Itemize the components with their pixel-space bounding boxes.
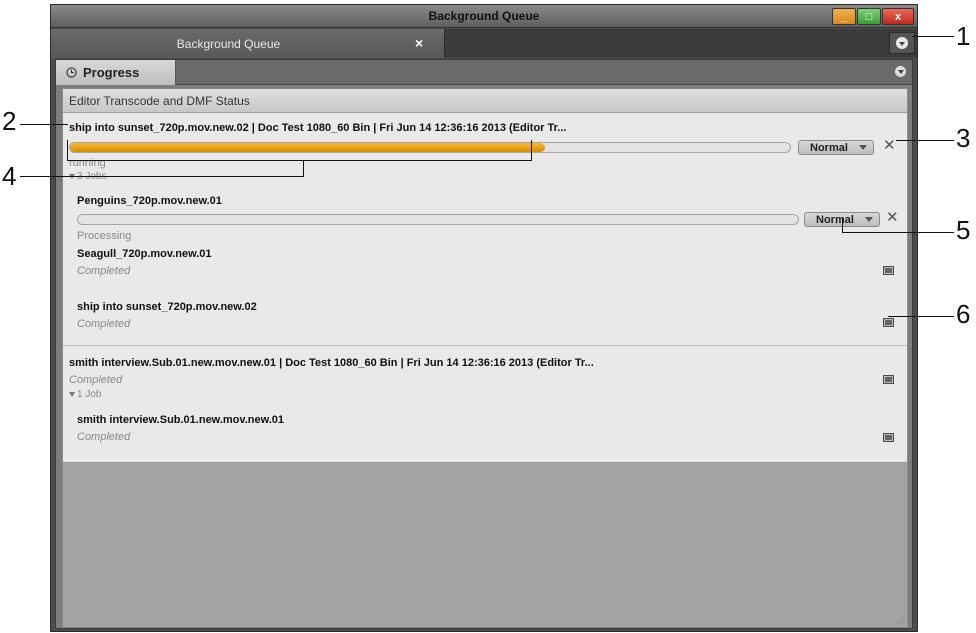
title-bar[interactable]: Background Queue _ □ x [51, 5, 917, 28]
cancel-job-icon[interactable]: ✕ [886, 210, 899, 225]
monitor-icon[interactable] [883, 266, 894, 275]
clock-icon [66, 67, 77, 78]
tab-progress[interactable]: Progress [56, 60, 176, 85]
cancel-job-icon[interactable]: ✕ [883, 138, 896, 153]
minimize-button[interactable]: _ [832, 8, 856, 25]
priority-dropdown[interactable]: Normal [798, 140, 874, 155]
background-queue-window: Background Queue _ □ x Background Queue … [50, 4, 918, 632]
status-content: Editor Transcode and DMF Status ship int… [62, 88, 908, 628]
resize-grip-icon[interactable] [894, 614, 904, 624]
tab-close-icon[interactable]: × [415, 35, 423, 51]
callout-line [67, 140, 68, 161]
panel-menu-button[interactable] [895, 66, 906, 77]
callout-number: 3 [956, 123, 971, 153]
chevron-down-icon [859, 145, 867, 150]
job-title: Seagull_720p.mov.new.01 [77, 248, 212, 260]
callout-line [531, 140, 532, 161]
callout-line [20, 176, 304, 177]
tab-background-queue[interactable]: Background Queue × [51, 29, 445, 58]
chevron-down-icon [865, 217, 873, 222]
jobs-count-label: 1 Job [77, 389, 102, 400]
empty-queue-area [63, 463, 907, 627]
group-status: Completed [69, 374, 123, 386]
callout-number: 2 [2, 106, 17, 136]
job-list: ship into sunset_720p.mov.new.02 | Doc T… [63, 113, 907, 463]
job-progress-bar [77, 214, 799, 225]
callout-line [912, 36, 954, 37]
monitor-icon[interactable] [883, 318, 894, 327]
callout-line [896, 140, 954, 141]
status-header: Editor Transcode and DMF Status [63, 89, 907, 113]
group-separator [63, 345, 907, 346]
progress-panel: Progress Editor Transcode and DMF Status… [55, 59, 913, 629]
window-title: Background Queue [428, 9, 540, 23]
callout-line [303, 160, 304, 177]
callout-line [842, 218, 843, 233]
group-progress-fill [70, 143, 546, 152]
tab-progress-label: Progress [83, 65, 140, 80]
group-title: ship into sunset_720p.mov.new.02 | Doc T… [69, 122, 567, 134]
menu-dropdown-icon [896, 37, 908, 49]
expand-triangle-icon [69, 392, 75, 397]
callout-number: 4 [2, 161, 17, 191]
panel-tab-bar: Progress [56, 60, 912, 85]
callout-line [20, 124, 68, 125]
jobs-expander[interactable]: 1 Job [69, 389, 101, 400]
callout-number: 5 [956, 215, 971, 245]
job-status: Processing [77, 230, 132, 242]
callout-line [842, 232, 954, 233]
job-title: smith interview.Sub.01.new.mov.new.01 [77, 414, 285, 426]
tab-label: Background Queue [176, 37, 281, 51]
maximize-button[interactable]: □ [857, 8, 881, 25]
job-status: Completed [77, 265, 131, 277]
job-status: Completed [77, 431, 131, 443]
priority-label: Normal [810, 141, 848, 154]
callout-line [67, 160, 532, 161]
panel-menu-icon [895, 66, 906, 77]
callout-number: 6 [956, 299, 971, 329]
job-title: ship into sunset_720p.mov.new.02 [77, 301, 257, 313]
callout-number: 1 [956, 21, 971, 51]
job-title: Penguins_720p.mov.new.01 [77, 195, 222, 207]
job-status: Completed [77, 318, 131, 330]
priority-label: Normal [816, 213, 854, 226]
monitor-icon[interactable] [883, 375, 894, 384]
tab-strip: Background Queue × [51, 29, 917, 58]
group-progress-bar [69, 142, 791, 153]
group-status: running [69, 157, 106, 169]
callout-line [888, 316, 954, 317]
group-title: smith interview.Sub.01.new.mov.new.01 | … [69, 357, 594, 369]
monitor-icon[interactable] [883, 433, 894, 442]
close-window-button[interactable]: x [882, 8, 914, 25]
